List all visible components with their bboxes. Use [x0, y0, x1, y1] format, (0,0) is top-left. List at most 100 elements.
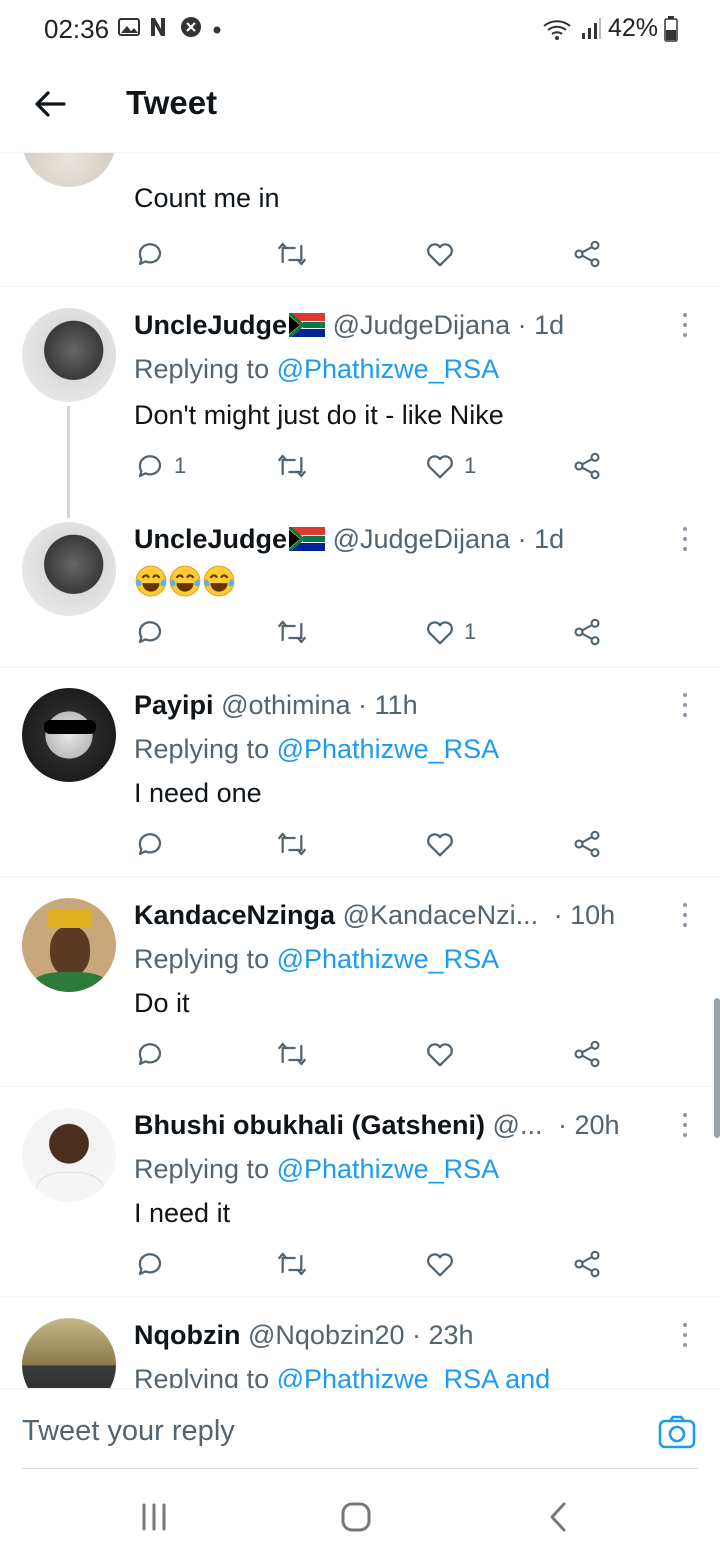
reply-composer[interactable]: Tweet your reply [0, 1388, 720, 1469]
user-handle[interactable]: @othimina [221, 690, 350, 720]
reply-button[interactable] [134, 1248, 166, 1280]
more-options-icon[interactable] [680, 1112, 690, 1138]
retweet-icon [276, 450, 308, 482]
camera-icon[interactable] [658, 1413, 696, 1451]
more-options-icon[interactable] [680, 902, 690, 928]
share-button[interactable] [571, 238, 603, 270]
retweet-button[interactable] [276, 616, 308, 648]
display-name[interactable]: Nqobzin [134, 1320, 240, 1350]
reply-icon [134, 238, 166, 270]
more-options-icon[interactable] [680, 312, 690, 338]
reply-icon [134, 616, 166, 648]
reply-input[interactable]: Tweet your reply [22, 1415, 235, 1448]
more-options-icon[interactable] [680, 526, 690, 552]
like-button[interactable] [424, 1248, 456, 1280]
share-button[interactable] [571, 1038, 603, 1070]
tweet-text: Count me in [134, 183, 280, 213]
laughing-emoji-icon [168, 564, 202, 598]
status-time: 02:36 [44, 14, 110, 44]
home-icon[interactable] [339, 1500, 373, 1534]
signal-icon [581, 17, 601, 39]
like-icon [424, 828, 456, 860]
like-button[interactable]: 1 [424, 616, 476, 648]
reply-button[interactable] [134, 1038, 166, 1070]
tweet-actions [134, 828, 614, 862]
tweet-time: · 10h [553, 900, 616, 930]
user-avatar[interactable] [22, 1108, 116, 1202]
tweet-header: Nqobzin @Nqobzin20 · 23h [134, 1320, 474, 1351]
retweet-button[interactable] [276, 828, 308, 860]
user-avatar[interactable] [22, 1318, 116, 1388]
reply-button[interactable] [134, 238, 166, 270]
divider [0, 286, 720, 287]
tweet-header: UncleJudge @JudgeDijana · 1d [134, 310, 564, 341]
tweet-actions [134, 238, 614, 272]
user-avatar[interactable] [22, 898, 116, 992]
reply-button[interactable]: 1 [134, 450, 186, 482]
like-icon [424, 1248, 456, 1280]
share-button[interactable] [571, 616, 603, 648]
like-icon [424, 616, 456, 648]
tweet-time: · 1d [517, 524, 565, 554]
reply-mention-link[interactable]: @Phathizwe_RSA [277, 354, 500, 384]
retweet-icon [276, 1248, 308, 1280]
display-name[interactable]: Bhushi obukhali (Gatsheni) [134, 1110, 485, 1140]
user-avatar[interactable] [22, 688, 116, 782]
replying-to-label: Replying to [134, 1154, 270, 1184]
share-button[interactable] [571, 828, 603, 860]
tweet-text: Do it [134, 988, 190, 1018]
recent-apps-icon[interactable] [138, 1502, 170, 1532]
tweet-header: UncleJudge @JudgeDijana · 1d [134, 524, 564, 555]
like-button[interactable]: 1 [424, 450, 476, 482]
user-handle[interactable]: @Nqobzin20 [248, 1320, 405, 1350]
like-button[interactable] [424, 238, 456, 270]
display-name[interactable]: Payipi [134, 690, 214, 720]
display-name[interactable]: UncleJudge [134, 310, 287, 340]
back-arrow-icon[interactable] [30, 84, 70, 124]
share-icon [571, 450, 603, 482]
display-name[interactable]: KandaceNzinga [134, 900, 335, 930]
tweet-text: I need it [134, 1198, 231, 1228]
user-handle[interactable]: @KandaceNzi... [343, 900, 539, 930]
more-options-icon[interactable] [680, 1322, 690, 1348]
scrollbar[interactable] [714, 998, 720, 1138]
like-icon [424, 1038, 456, 1070]
system-back-icon[interactable] [544, 1500, 574, 1534]
retweet-button[interactable] [276, 238, 308, 270]
laughing-emoji-icon [134, 564, 168, 598]
retweet-button[interactable] [276, 1038, 308, 1070]
reply-mention-link[interactable]: @Phathizwe_RSA [277, 1154, 500, 1184]
user-handle[interactable]: @JudgeDijana [333, 310, 511, 340]
retweet-button[interactable] [276, 1248, 308, 1280]
share-button[interactable] [571, 450, 603, 482]
user-handle[interactable]: @... [493, 1110, 543, 1140]
user-handle[interactable]: @JudgeDijana [333, 524, 511, 554]
wifi-icon [543, 19, 571, 40]
reply-mention-link[interactable]: @Phathizwe_RSA [277, 734, 500, 764]
reply-button[interactable] [134, 616, 166, 648]
south-africa-flag-icon [289, 527, 325, 551]
reply-mention-link[interactable]: @Phathizwe_RSA [277, 944, 500, 974]
replies-feed[interactable]: Count me in UncleJudge @JudgeDijana · 1d… [0, 153, 720, 1388]
more-options-icon[interactable] [680, 692, 690, 718]
like-button[interactable] [424, 828, 456, 860]
display-name[interactable]: UncleJudge [134, 524, 287, 554]
user-avatar[interactable] [22, 308, 116, 402]
reply-icon [134, 1038, 166, 1070]
replying-to: Replying to @Phathizwe_RSA [134, 354, 499, 385]
user-avatar[interactable] [22, 522, 116, 616]
tweet-actions [134, 1248, 614, 1282]
reply-mention-link[interactable]: @Phathizwe_RSA and [277, 1364, 551, 1388]
divider [0, 1086, 720, 1087]
share-button[interactable] [571, 1248, 603, 1280]
user-avatar[interactable] [22, 153, 116, 187]
like-button[interactable] [424, 1038, 456, 1070]
retweet-button[interactable] [276, 450, 308, 482]
system-nav-bar [0, 1470, 720, 1560]
share-icon [571, 828, 603, 860]
reply-button[interactable] [134, 828, 166, 860]
retweet-icon [276, 616, 308, 648]
tweet-text: Don't might just do it - like Nike [134, 400, 504, 430]
reply-icon [134, 1248, 166, 1280]
tweet-header: KandaceNzinga @KandaceNzi... · 10h [134, 900, 615, 931]
